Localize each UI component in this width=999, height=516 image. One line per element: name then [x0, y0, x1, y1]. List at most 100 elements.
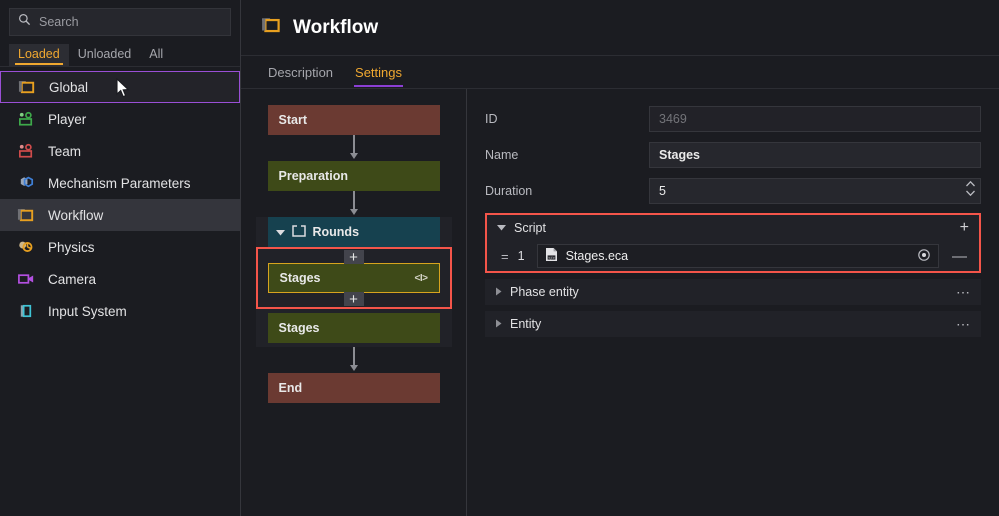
- tab-loaded[interactable]: Loaded: [9, 44, 69, 66]
- page-title: Workflow: [293, 16, 379, 38]
- script-file-field[interactable]: </> Stages.eca: [536, 244, 939, 268]
- chevron-down-icon[interactable]: [275, 225, 285, 239]
- id-value: 3469: [659, 112, 687, 126]
- search-icon: [18, 13, 31, 31]
- chevron-right-icon[interactable]: [495, 287, 502, 298]
- folder-icon: [261, 16, 283, 39]
- sidebar-item-label: Mechanism Parameters: [48, 175, 191, 191]
- content-split: Start Preparation Rounds + Stages <I> + …: [241, 89, 999, 516]
- flow-node-stage-second[interactable]: Stages: [267, 313, 440, 343]
- mouse-cursor-icon: [116, 77, 131, 102]
- flow-arrow-icon: [347, 191, 361, 217]
- team-icon: [16, 142, 36, 160]
- detail-tabs: Description Settings: [241, 56, 999, 89]
- duration-field[interactable]: 5: [649, 178, 981, 204]
- sidebar-item-camera[interactable]: Camera: [0, 263, 240, 295]
- folder-icon: [16, 206, 36, 224]
- phase-entity-section: Phase entity ⋯: [485, 279, 981, 305]
- tab-unloaded[interactable]: Unloaded: [69, 44, 141, 66]
- field-label-duration: Duration: [485, 184, 533, 198]
- drag-handle-icon[interactable]: =: [501, 249, 509, 264]
- sidebar-item-workflow[interactable]: Workflow: [0, 199, 240, 231]
- flow-group-rounds: Rounds + Stages <I> + Stages: [255, 217, 452, 347]
- search-placeholder: Search: [39, 15, 79, 29]
- flow-node-label: Preparation: [278, 169, 348, 183]
- player-icon: [16, 110, 36, 128]
- mechanism-icon: [16, 174, 36, 192]
- flow-node-label: Rounds: [312, 225, 360, 239]
- flow-node-label: Stages: [279, 271, 321, 285]
- add-node-button-below[interactable]: +: [343, 292, 364, 307]
- sidebar-item-label: Team: [48, 143, 82, 159]
- stepper-down-icon: [966, 190, 975, 196]
- tab-description[interactable]: Description: [257, 56, 344, 89]
- remove-script-button[interactable]: —: [948, 248, 971, 265]
- script-section-header[interactable]: Script +: [487, 215, 979, 241]
- name-field[interactable]: Stages: [649, 142, 981, 168]
- target-picker-icon[interactable]: [917, 248, 931, 265]
- script-row: = 1 </> Stages.eca —: [487, 241, 979, 271]
- main-panel: Workflow Description Settings Start Prep…: [241, 0, 999, 516]
- entity-menu-button[interactable]: ⋯: [956, 316, 971, 333]
- flow-node-label: Start: [278, 113, 307, 127]
- add-node-button-above[interactable]: +: [343, 250, 364, 265]
- sidebar-item-label: Input System: [48, 303, 127, 319]
- flow-node-start[interactable]: Start: [267, 105, 440, 135]
- duration-stepper[interactable]: [966, 181, 975, 196]
- flow-node-stage-selected[interactable]: Stages <I>: [267, 263, 440, 293]
- script-file-name: Stages.eca: [565, 249, 629, 263]
- sidebar-item-label: Player: [48, 111, 87, 127]
- flow-node-rounds[interactable]: Rounds: [267, 217, 440, 247]
- filter-tabs: Loaded Unloaded All: [0, 40, 240, 67]
- script-section-title: Script: [514, 221, 546, 235]
- phase-entity-menu-button[interactable]: ⋯: [956, 284, 971, 301]
- properties-panel: ID 3469 Name Stages Duration 5 Script + …: [467, 89, 999, 516]
- sidebar-item-global[interactable]: Global: [0, 71, 240, 103]
- flow-node-end[interactable]: End: [267, 373, 440, 403]
- name-value: Stages: [659, 148, 700, 162]
- script-file-icon: </>: [545, 247, 558, 265]
- flow-node-label: End: [278, 381, 303, 395]
- sidebar-item-team[interactable]: Team: [0, 135, 240, 167]
- sidebar-item-label: Camera: [48, 271, 97, 287]
- sidebar-list: Global Player Team Mechanism Parameters …: [0, 71, 240, 516]
- code-script-icon[interactable]: <I>: [415, 273, 428, 284]
- flow-arrow-icon: [347, 347, 361, 373]
- sidebar-item-label: Global: [49, 79, 89, 95]
- phase-entity-title: Phase entity: [510, 285, 579, 299]
- field-row-name: Name Stages: [485, 141, 981, 169]
- chevron-right-icon[interactable]: [495, 319, 502, 330]
- sidebar-item-input-system[interactable]: Input System: [0, 295, 240, 327]
- entity-section: Entity ⋯: [485, 311, 981, 337]
- phase-entity-header[interactable]: Phase entity ⋯: [485, 279, 981, 305]
- physics-icon: [16, 238, 36, 256]
- input-system-icon: [16, 302, 36, 320]
- field-label-name: Name: [485, 148, 519, 162]
- chevron-down-icon[interactable]: [497, 224, 506, 233]
- flow-node-label: Stages: [278, 321, 320, 335]
- tab-all[interactable]: All: [140, 44, 172, 66]
- field-row-duration: Duration 5: [485, 177, 981, 205]
- folder-icon: [17, 78, 37, 96]
- sidebar: Search Loaded Unloaded All Global Player…: [0, 0, 241, 516]
- workflow-flowchart: Start Preparation Rounds + Stages <I> + …: [241, 89, 467, 516]
- script-row-index: 1: [517, 249, 525, 263]
- script-section: Script + = 1 </> Stages.eca —: [485, 213, 981, 273]
- flow-node-preparation[interactable]: Preparation: [267, 161, 440, 191]
- stepper-up-icon: [966, 181, 975, 187]
- highlight-selected-stage-region: + Stages <I> +: [255, 247, 452, 309]
- sidebar-item-mechanism-parameters[interactable]: Mechanism Parameters: [0, 167, 240, 199]
- tab-settings[interactable]: Settings: [344, 56, 413, 89]
- search-input[interactable]: Search: [9, 8, 231, 36]
- sidebar-item-physics[interactable]: Physics: [0, 231, 240, 263]
- add-script-button[interactable]: +: [960, 220, 969, 236]
- entity-header[interactable]: Entity ⋯: [485, 311, 981, 337]
- duration-value: 5: [659, 184, 666, 198]
- sidebar-item-label: Physics: [48, 239, 95, 255]
- field-label-id: ID: [485, 112, 498, 126]
- flow-arrow-icon: [347, 135, 361, 161]
- svg-text:</>: </>: [548, 256, 555, 260]
- node-folder-icon: [291, 224, 306, 240]
- sidebar-item-player[interactable]: Player: [0, 103, 240, 135]
- entity-title: Entity: [510, 317, 542, 331]
